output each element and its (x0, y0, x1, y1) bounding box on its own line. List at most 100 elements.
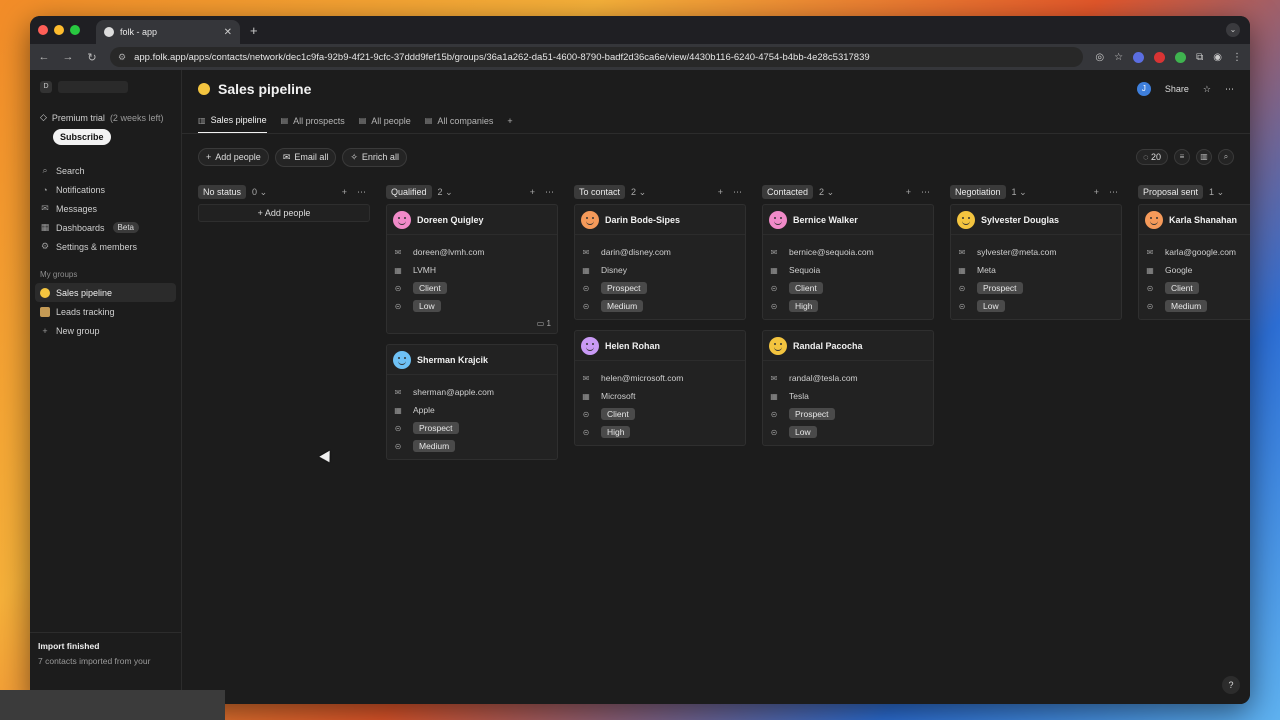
sidebar-group-sales-pipeline[interactable]: Sales pipeline (35, 283, 176, 302)
contact-name[interactable]: Sylvester Douglas (981, 215, 1059, 225)
extension-icon[interactable] (1175, 51, 1187, 63)
contact-name[interactable]: Helen Rohan (605, 341, 660, 351)
priority-field[interactable]: ⊝ Medium (393, 437, 551, 455)
type-field[interactable]: ⊝ Prospect (581, 279, 739, 297)
sidebar-group-leads-tracking[interactable]: Leads tracking (30, 302, 181, 321)
reload-icon[interactable]: ↻ (86, 51, 98, 64)
type-field[interactable]: ⊝ Prospect (393, 419, 551, 437)
sidebar-item-notifications[interactable]: ◔ Notifications (30, 180, 181, 199)
contact-card[interactable]: Randal Pacocha ✉ randal@tesla.com ▦ Tesl… (762, 330, 934, 446)
column-count-dropdown[interactable]: 1 ⌄ (1209, 187, 1224, 198)
column-name[interactable]: Contacted (762, 185, 814, 199)
subscribe-button[interactable]: Subscribe (53, 129, 111, 145)
url-field[interactable]: ⚙ app.folk.app/apps/contacts/network/dec… (110, 47, 1084, 67)
type-field[interactable]: ⊝ Client (581, 405, 739, 423)
more-options-icon[interactable]: ⋯ (733, 187, 742, 198)
help-button[interactable]: ? (1222, 676, 1240, 694)
sidebar-item-dashboards[interactable]: ▦ Dashboards Beta (30, 218, 181, 237)
priority-field[interactable]: ⊝ Medium (1145, 297, 1250, 315)
priority-field[interactable]: ⊝ Low (769, 423, 927, 441)
browser-tab[interactable]: folk - app ✕ (96, 20, 240, 44)
type-field[interactable]: ⊝ Client (769, 279, 927, 297)
company-field[interactable]: ▦ LVMH (393, 261, 551, 279)
maximize-window-button[interactable] (70, 25, 80, 35)
more-options-icon[interactable]: ⋯ (545, 187, 554, 198)
more-options-icon[interactable]: ⋯ (1225, 84, 1234, 95)
contact-name[interactable]: Sherman Krajcik (417, 355, 488, 365)
email-field[interactable]: ✉ sherman@apple.com (393, 383, 551, 401)
columns-icon[interactable]: ▥ (1196, 149, 1212, 165)
new-tab-icon[interactable]: + (250, 23, 258, 38)
contact-name[interactable]: Randal Pacocha (793, 341, 863, 351)
contact-card[interactable]: Sherman Krajcik ✉ sherman@apple.com ▦ Ap… (386, 344, 558, 460)
contact-name[interactable]: Bernice Walker (793, 215, 858, 225)
column-count-dropdown[interactable]: 2 ⌄ (438, 187, 453, 198)
email-field[interactable]: ✉ darin@disney.com (581, 243, 739, 261)
company-field[interactable]: ▦ Microsoft (581, 387, 739, 405)
email-field[interactable]: ✉ randal@tesla.com (769, 369, 927, 387)
contact-card[interactable]: Helen Rohan ✉ helen@microsoft.com ▦ Micr… (574, 330, 746, 446)
workspace-switcher[interactable]: D (30, 70, 181, 104)
kebab-menu-icon[interactable]: ⋮ (1232, 52, 1242, 63)
enrich-all-button[interactable]: ✧ Enrich all (342, 147, 407, 167)
column-name[interactable]: Proposal sent (1138, 185, 1204, 199)
avatar[interactable]: J (1136, 82, 1151, 96)
site-settings-icon[interactable]: ⚙ (118, 52, 126, 63)
column-name[interactable]: No status (198, 185, 247, 199)
email-field[interactable]: ✉ doreen@lvmh.com (393, 243, 551, 261)
tab-sales-pipeline[interactable]: ▥ Sales pipeline (198, 108, 267, 133)
contact-card[interactable]: Bernice Walker ✉ bernice@sequoia.com ▦ S… (762, 204, 934, 320)
plus-icon[interactable]: + (906, 187, 911, 198)
profile-icon[interactable]: ◉ (1213, 52, 1222, 63)
column-name[interactable]: Negotiation (950, 185, 1006, 199)
minimize-window-button[interactable] (54, 25, 64, 35)
company-field[interactable]: ▦ Meta (957, 261, 1115, 279)
column-name[interactable]: Qualified (386, 185, 432, 199)
company-field[interactable]: ▦ Google (1145, 261, 1250, 279)
priority-field[interactable]: ⊝ Low (393, 297, 551, 315)
contact-card[interactable]: Doreen Quigley ✉ doreen@lvmh.com ▦ LVMH … (386, 204, 558, 334)
share-button[interactable]: Share (1165, 84, 1189, 94)
sidebar-item-search[interactable]: ⌕ Search (30, 161, 181, 180)
email-field[interactable]: ✉ helen@microsoft.com (581, 369, 739, 387)
email-all-button[interactable]: ✉ Email all (274, 147, 337, 167)
contact-name[interactable]: Doreen Quigley (417, 215, 484, 225)
email-field[interactable]: ✉ karla@google.com (1145, 243, 1250, 261)
email-field[interactable]: ✉ sylvester@meta.com (957, 243, 1115, 261)
sidebar-item-messages[interactable]: ✉ Messages (30, 199, 181, 218)
page-title[interactable]: Sales pipeline (218, 81, 311, 97)
close-window-button[interactable] (38, 25, 48, 35)
column-count-dropdown[interactable]: 2 ⌄ (819, 187, 834, 198)
back-arrow-icon[interactable]: ← (38, 51, 50, 63)
priority-field[interactable]: ⊝ Low (957, 297, 1115, 315)
priority-field[interactable]: ⊝ Medium (581, 297, 739, 315)
plus-icon[interactable]: + (530, 187, 535, 198)
type-field[interactable]: ⊝ Prospect (769, 405, 927, 423)
company-field[interactable]: ▦ Disney (581, 261, 739, 279)
type-field[interactable]: ⊝ Client (393, 279, 551, 297)
type-field[interactable]: ⊝ Client (1145, 279, 1250, 297)
company-field[interactable]: ▦ Apple (393, 401, 551, 419)
hidden-fields-button[interactable]: ◌ 20 (1136, 149, 1168, 165)
filter-icon[interactable]: ≡ (1174, 149, 1190, 165)
contact-card[interactable]: Karla Shanahan ✉ karla@google.com ▦ Goog… (1138, 204, 1250, 320)
sidebar-new-group[interactable]: + New group (30, 321, 181, 340)
tab-all-prospects[interactable]: ▤ All prospects (281, 108, 345, 133)
type-field[interactable]: ⊝ Prospect (957, 279, 1115, 297)
forward-arrow-icon[interactable]: → (62, 51, 74, 63)
more-options-icon[interactable]: ⋯ (357, 187, 366, 198)
star-icon[interactable]: ☆ (1114, 52, 1123, 63)
more-options-icon[interactable]: ⋯ (921, 187, 930, 198)
column-count-dropdown[interactable]: 0 ⌄ (252, 187, 267, 198)
priority-field[interactable]: ⊝ High (769, 297, 927, 315)
email-field[interactable]: ✉ bernice@sequoia.com (769, 243, 927, 261)
plus-icon[interactable]: + (342, 187, 347, 198)
contact-card[interactable]: Darin Bode-Sipes ✉ darin@disney.com ▦ Di… (574, 204, 746, 320)
column-add-people-button[interactable]: + Add people (198, 204, 370, 222)
company-field[interactable]: ▦ Tesla (769, 387, 927, 405)
sidebar-item-settings[interactable]: ⚙ Settings & members (30, 237, 181, 256)
contact-name[interactable]: Karla Shanahan (1169, 215, 1237, 225)
tab-all-companies[interactable]: ▤ All companies (425, 108, 494, 133)
close-tab-icon[interactable]: ✕ (224, 27, 232, 38)
add-people-button[interactable]: + Add people (198, 148, 269, 166)
